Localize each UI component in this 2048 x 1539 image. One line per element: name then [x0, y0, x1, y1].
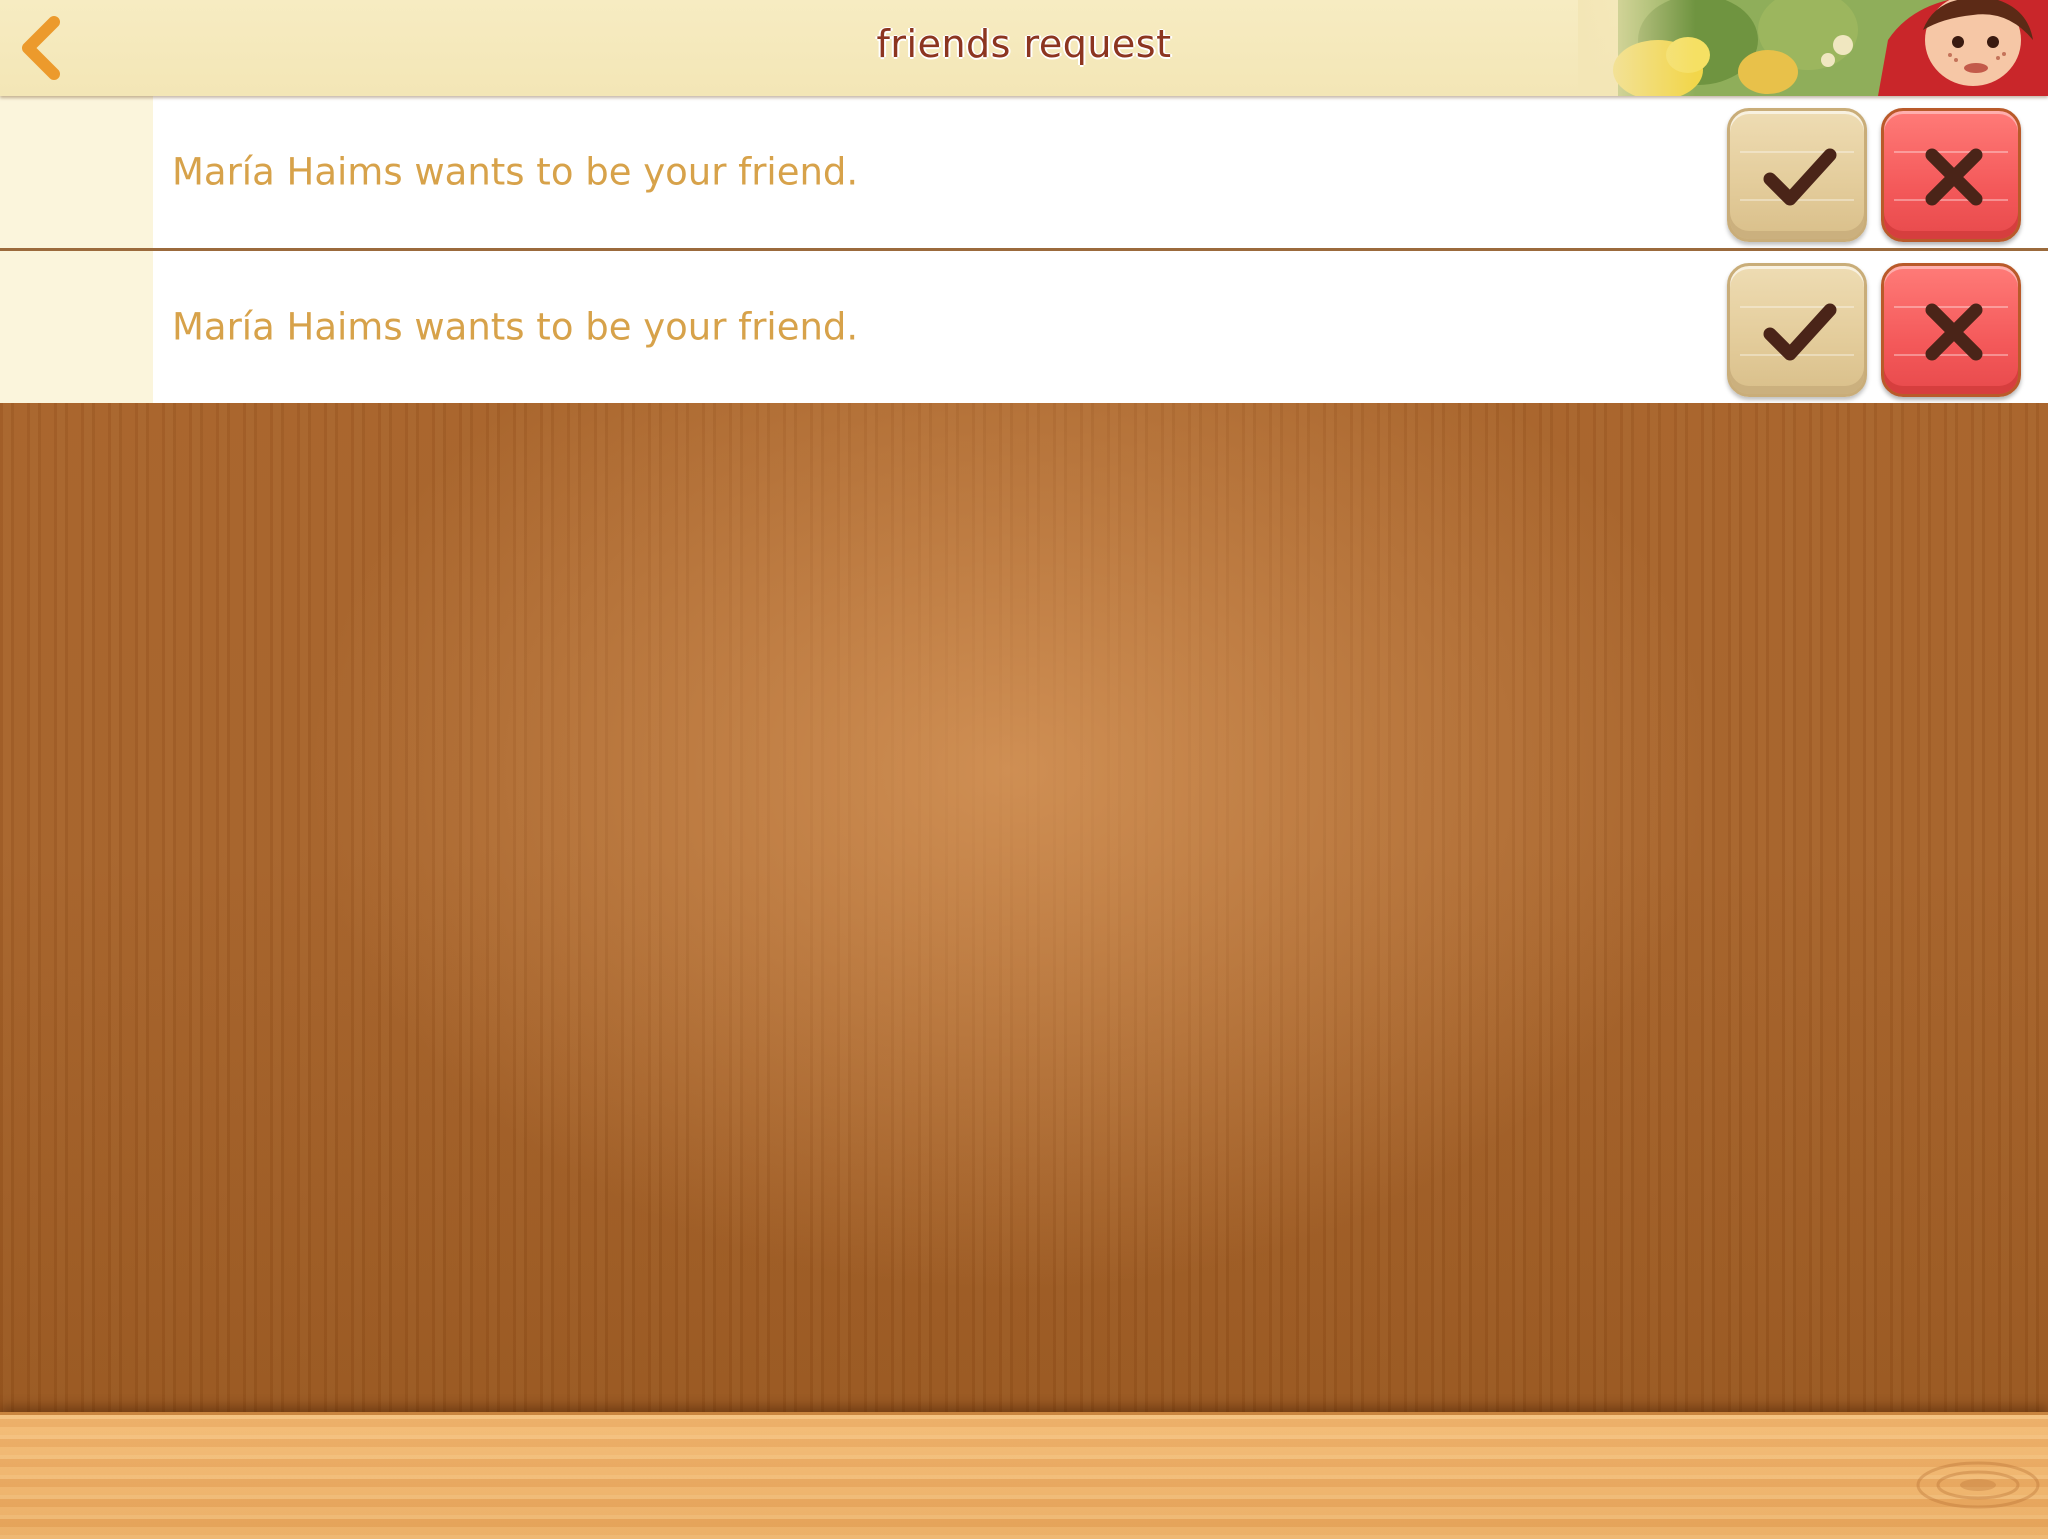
header-bar: friends request: [0, 0, 2048, 96]
accept-button[interactable]: [1727, 263, 1867, 397]
request-message: María Haims wants to be your friend.: [172, 305, 859, 349]
list-item: María Haims wants to be your friend.: [0, 251, 2048, 403]
wooden-shelf: [0, 1412, 2048, 1539]
request-message: María Haims wants to be your friend.: [172, 150, 859, 194]
friend-request-list: María Haims wants to be your friend. Mar…: [0, 96, 2048, 403]
checkmark-icon: [1760, 137, 1840, 217]
accept-button[interactable]: [1727, 108, 1867, 242]
close-icon: [1914, 292, 1994, 372]
girl-and-flowers-illustration: [1578, 0, 2048, 96]
decline-button[interactable]: [1881, 263, 2021, 397]
checkmark-icon: [1760, 292, 1840, 372]
avatar: [0, 96, 153, 248]
decline-button[interactable]: [1881, 108, 2021, 242]
close-icon: [1914, 137, 1994, 217]
wood-knot-decoration: [1916, 1461, 2040, 1509]
list-item: María Haims wants to be your friend.: [0, 96, 2048, 251]
avatar: [0, 251, 153, 403]
